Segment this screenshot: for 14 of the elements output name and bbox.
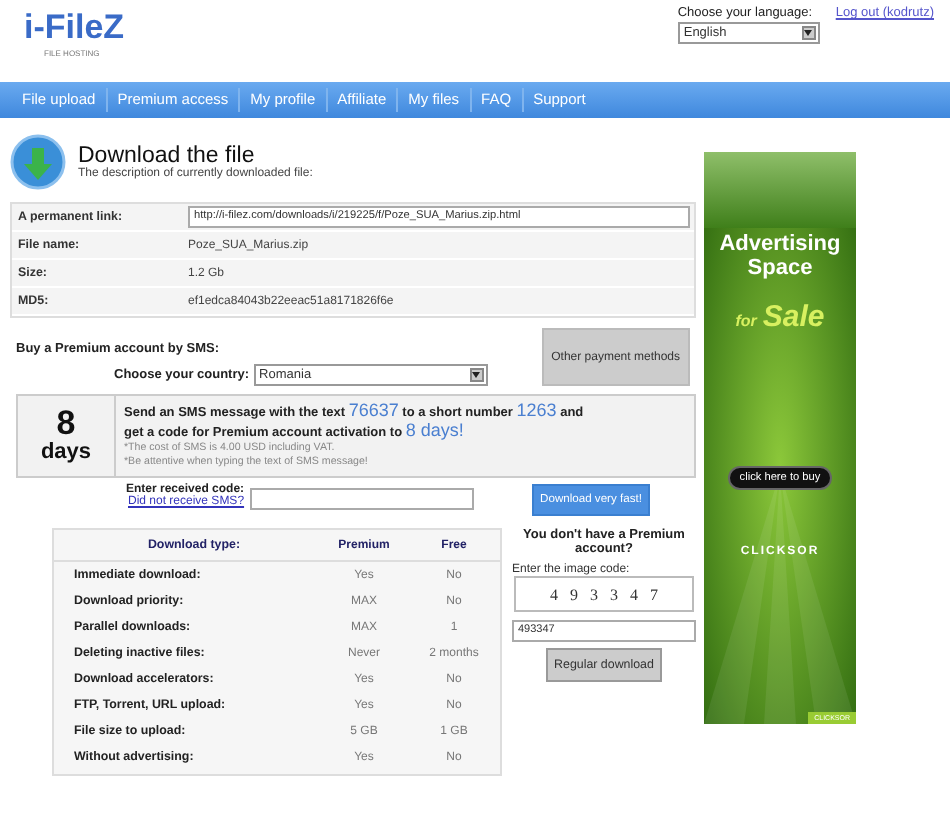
download-icon [10, 134, 66, 190]
page-title: Download the file [78, 144, 255, 168]
dropdown-arrow-icon[interactable] [801, 26, 816, 40]
code-input-field[interactable] [250, 488, 475, 510]
site-logo[interactable]: i-FileZ [24, 8, 125, 48]
captcha-text: 4 9 3 3 4 7 [550, 585, 658, 603]
ad-headline: Space [747, 256, 813, 280]
ad-background[interactable] [704, 152, 856, 724]
ad-tagline: for [735, 312, 757, 330]
days-number: 8 [56, 406, 76, 440]
ad-tagline: Sale [762, 300, 825, 334]
days-label: days [40, 440, 92, 466]
dropdown-arrow-icon[interactable] [469, 368, 484, 382]
ad-headline: Advertising [719, 232, 841, 256]
